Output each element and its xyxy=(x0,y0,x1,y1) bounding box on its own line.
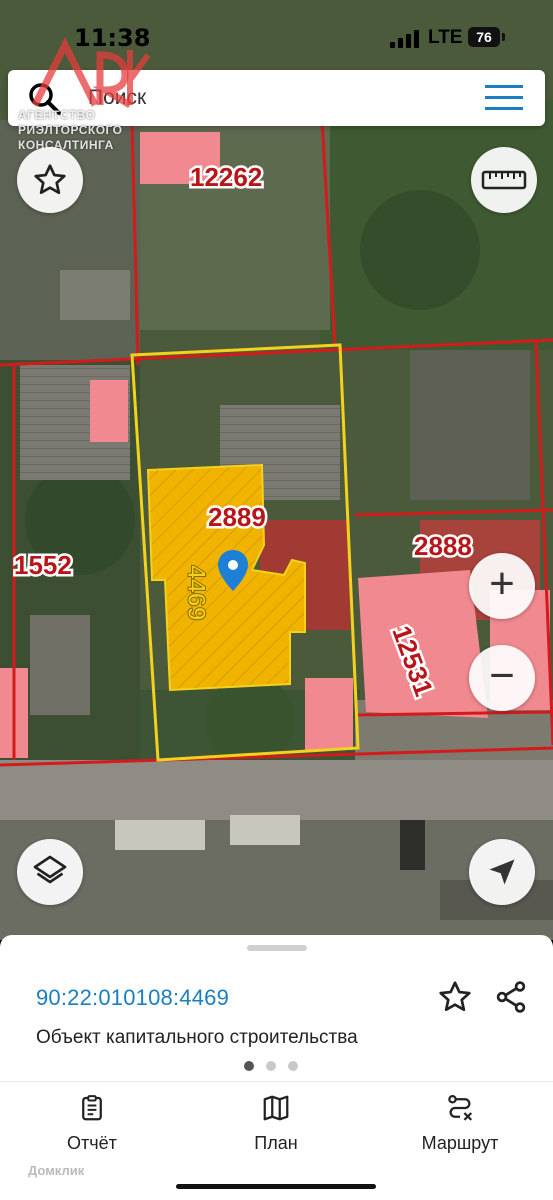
cadastral-number[interactable]: 90:22:010108:4469 xyxy=(36,985,229,1011)
route-icon xyxy=(448,1095,473,1121)
watermark-line3: КОНСАЛТИНГА xyxy=(18,138,114,152)
ruler-button[interactable] xyxy=(471,147,537,213)
signal-icon xyxy=(390,30,419,48)
parcel-label-1552: 1552 xyxy=(14,550,72,580)
tab-route[interactable]: Маршрут xyxy=(390,1093,530,1154)
battery-icon: 76 xyxy=(468,27,500,47)
page-dot-1[interactable] xyxy=(244,1061,254,1071)
locate-button[interactable] xyxy=(469,839,535,905)
parcel-label-12262: 12262 xyxy=(190,162,262,192)
watermark-line2: РИЭЛТОРСКОГО xyxy=(18,123,123,137)
tab-route-label: Маршрут xyxy=(421,1133,499,1153)
parcel-label-2889: 2889 xyxy=(208,502,266,532)
sheet-grabber[interactable] xyxy=(247,945,307,951)
battery-tip xyxy=(502,33,505,41)
divider xyxy=(0,1081,553,1082)
home-indicator[interactable] xyxy=(176,1184,376,1189)
tab-report[interactable]: Отчёт xyxy=(22,1093,162,1154)
object-type: Объект капитального строительства xyxy=(36,1027,358,1048)
ruler-icon xyxy=(481,170,527,190)
star-icon[interactable] xyxy=(437,979,473,1015)
star-icon xyxy=(34,164,66,195)
domclick-watermark: Домклик xyxy=(28,1163,85,1178)
page-dot-3[interactable] xyxy=(288,1061,298,1071)
layers-icon xyxy=(33,855,67,884)
watermark-line1: АГЕНТСТВО xyxy=(18,108,96,122)
network-type: LTE xyxy=(428,27,463,48)
building-label-4469: 4469 xyxy=(182,565,210,621)
object-info-sheet[interactable]: 90:22:010108:4469 Объект капитального ст… xyxy=(0,935,553,1200)
ark-logo xyxy=(31,37,150,109)
agency-watermark: АГЕНТСТВО РИЭЛТОРСКОГО КОНСАЛТИНГА xyxy=(10,30,150,160)
map-plan-icon xyxy=(263,1095,289,1121)
zoom-in-icon: + xyxy=(489,559,515,608)
zoom-out-icon: − xyxy=(489,651,515,700)
zoom-out-button[interactable]: − xyxy=(469,645,535,711)
report-clipboard-icon xyxy=(82,1095,102,1121)
navigation-arrow-icon xyxy=(489,859,515,885)
tab-report-label: Отчёт xyxy=(67,1133,117,1153)
layers-button[interactable] xyxy=(17,839,83,905)
page-indicator xyxy=(244,1061,298,1071)
zoom-in-button[interactable]: + xyxy=(469,553,535,619)
tab-plan[interactable]: План xyxy=(206,1093,346,1154)
page-dot-2[interactable] xyxy=(266,1061,276,1071)
share-icon[interactable] xyxy=(493,979,529,1015)
parcel-label-2888: 2888 xyxy=(414,531,472,561)
hamburger-icon[interactable] xyxy=(485,84,523,112)
tab-plan-label: План xyxy=(254,1133,298,1153)
favorite-button[interactable] xyxy=(17,147,83,213)
